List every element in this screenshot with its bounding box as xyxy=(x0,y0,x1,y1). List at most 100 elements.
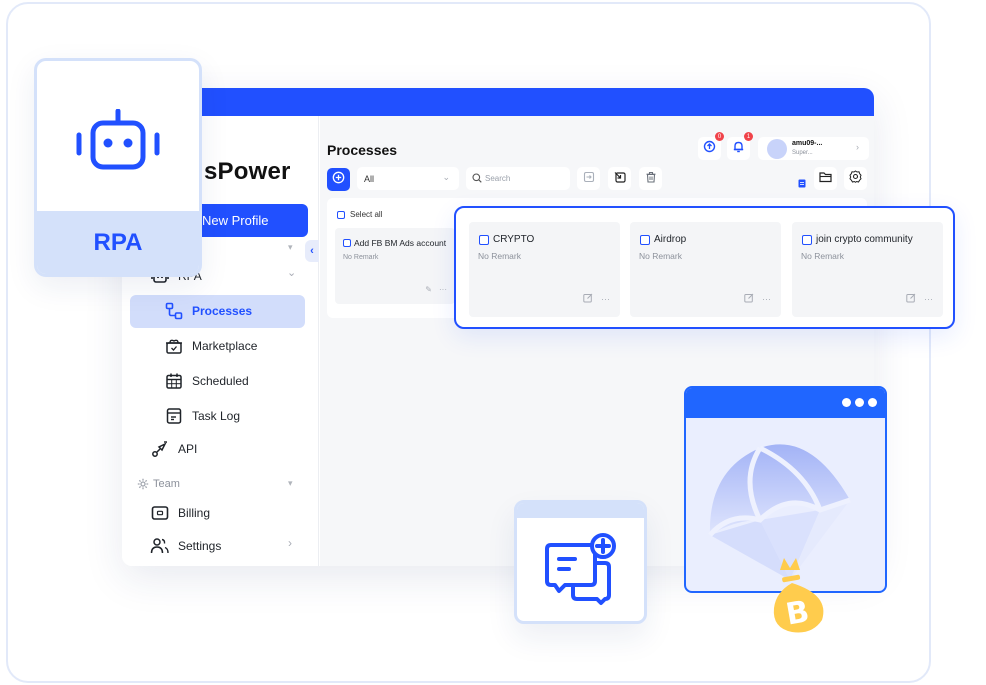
api-plug-icon xyxy=(150,439,170,459)
folder-button[interactable] xyxy=(814,167,837,190)
checkbox[interactable] xyxy=(802,234,812,245)
sidebar-item-settings[interactable]: Settings xyxy=(150,536,221,556)
doc-icon[interactable] xyxy=(798,175,806,193)
page-title: Processes xyxy=(327,142,398,158)
process-title: Add FB BM Ads account xyxy=(354,238,447,248)
export-icon xyxy=(614,170,626,188)
more-icon[interactable]: ··· xyxy=(924,294,933,304)
sidebar-item-task-log[interactable]: Task Log xyxy=(164,406,240,426)
sidebar-item-label: Processes xyxy=(192,304,253,318)
sync-button[interactable]: 0 xyxy=(698,132,724,160)
export-button[interactable] xyxy=(608,167,631,190)
process-title: CRYPTO xyxy=(493,234,535,245)
rpa-tile-label: RPA xyxy=(37,211,199,274)
import-button[interactable] xyxy=(577,167,600,190)
process-title: Airdrop xyxy=(654,234,687,245)
tile-title-bar xyxy=(686,388,885,418)
chevron-left-icon: ‹ xyxy=(310,245,314,257)
chevron-down-icon: ⌄ xyxy=(287,267,297,279)
process-remark: No Remark xyxy=(478,251,521,261)
rpa-feature-tile: RPA xyxy=(34,58,202,277)
search-input[interactable]: Search xyxy=(466,167,570,190)
edit-icon[interactable]: ✎ xyxy=(425,285,432,294)
user-menu[interactable]: amu09-... Super... › xyxy=(758,137,869,160)
sidebar-item-label: API xyxy=(178,442,198,456)
processes-icon xyxy=(164,301,184,321)
select-all-label: Select all xyxy=(350,210,383,219)
chat-feature-tile xyxy=(514,500,647,624)
chat-add-icon xyxy=(543,533,623,612)
add-process-button[interactable] xyxy=(327,168,350,191)
task-log-icon xyxy=(164,406,184,426)
sidebar-item-api[interactable]: API xyxy=(150,439,197,459)
caret-down-icon: ▾ xyxy=(288,478,293,488)
search-placeholder: Search xyxy=(485,174,511,183)
tile-title-bar xyxy=(517,503,644,518)
sync-icon xyxy=(703,140,716,158)
wallet-icon xyxy=(150,503,170,523)
sidebar-item-billing[interactable]: Billing xyxy=(150,503,210,523)
sidebar-collapse-button[interactable]: ‹ xyxy=(305,240,319,262)
filter-selected-value: All xyxy=(364,173,375,184)
checkbox[interactable] xyxy=(640,234,650,245)
sidebar-item-marketplace[interactable]: Marketplace xyxy=(164,336,257,356)
settings-button[interactable] xyxy=(844,167,867,190)
sidebar-item-label: Settings xyxy=(178,539,222,553)
caret-down-icon: ▾ xyxy=(288,242,293,252)
filter-select[interactable]: All ⌄ xyxy=(357,167,459,190)
robot-icon xyxy=(75,108,161,176)
select-all-checkbox[interactable]: Select all xyxy=(337,210,382,219)
sidebar-group-team[interactable]: Team xyxy=(136,477,180,491)
sidebar-item-processes[interactable]: Processes xyxy=(164,301,252,321)
sidebar-group-label: Team xyxy=(153,478,180,490)
chevron-down-icon: ⌄ xyxy=(442,172,450,182)
checkbox[interactable] xyxy=(337,210,345,219)
notification-badge: 1 xyxy=(744,132,753,141)
sync-badge: 0 xyxy=(715,132,724,141)
user-name: amu09-... xyxy=(792,140,823,147)
new-profile-button[interactable]: New Profile xyxy=(184,204,308,237)
notifications-button[interactable]: 1 xyxy=(727,132,753,160)
folder-icon xyxy=(818,170,833,188)
calendar-icon xyxy=(164,371,184,391)
plus-circle-icon xyxy=(332,171,345,189)
avatar xyxy=(767,139,787,159)
edit-icon[interactable] xyxy=(744,293,754,305)
window-dot-icon xyxy=(842,398,851,407)
more-icon[interactable]: ··· xyxy=(601,294,610,304)
import-icon xyxy=(583,170,595,188)
app-title-bar xyxy=(122,88,874,116)
users-icon xyxy=(150,536,170,556)
process-card[interactable]: Add FB BM Ads account No Remark ✎ ··· xyxy=(335,228,455,304)
sidebar-item-label: Scheduled xyxy=(192,374,249,388)
sidebar-item-label: Marketplace xyxy=(192,339,258,353)
process-card[interactable]: Airdrop No Remark ··· xyxy=(630,222,781,317)
edit-icon[interactable] xyxy=(583,293,593,305)
process-card[interactable]: CRYPTO No Remark ··· xyxy=(469,222,620,317)
brand-name: sPower xyxy=(204,158,291,185)
process-remark: No Remark xyxy=(343,254,379,261)
process-remark: No Remark xyxy=(801,251,844,261)
process-title: join crypto community xyxy=(816,234,913,245)
process-remark: No Remark xyxy=(639,251,682,261)
process-card[interactable]: join crypto community No Remark ··· xyxy=(792,222,943,317)
chevron-right-icon: › xyxy=(288,536,292,550)
chevron-right-icon: › xyxy=(856,142,859,152)
sidebar-item-label: Billing xyxy=(178,506,211,520)
highlighted-process-cards: CRYPTO No Remark ··· Airdrop No Remark ·… xyxy=(454,206,955,329)
marketplace-icon xyxy=(164,336,184,356)
more-icon[interactable]: ··· xyxy=(439,285,447,294)
user-role: Super... xyxy=(792,150,813,156)
bell-icon xyxy=(732,140,745,158)
gear-icon xyxy=(136,477,150,491)
sidebar-item-label: Task Log xyxy=(192,409,241,423)
sidebar-item-scheduled[interactable]: Scheduled xyxy=(164,371,249,391)
search-icon xyxy=(472,172,482,185)
checkbox[interactable] xyxy=(479,234,489,245)
more-icon[interactable]: ··· xyxy=(762,294,771,304)
checkbox[interactable] xyxy=(343,239,351,247)
edit-icon[interactable] xyxy=(906,293,916,305)
airdrop-bitcoin-icon: B xyxy=(700,430,870,640)
delete-button[interactable] xyxy=(639,167,662,190)
settings-icon xyxy=(849,169,862,188)
